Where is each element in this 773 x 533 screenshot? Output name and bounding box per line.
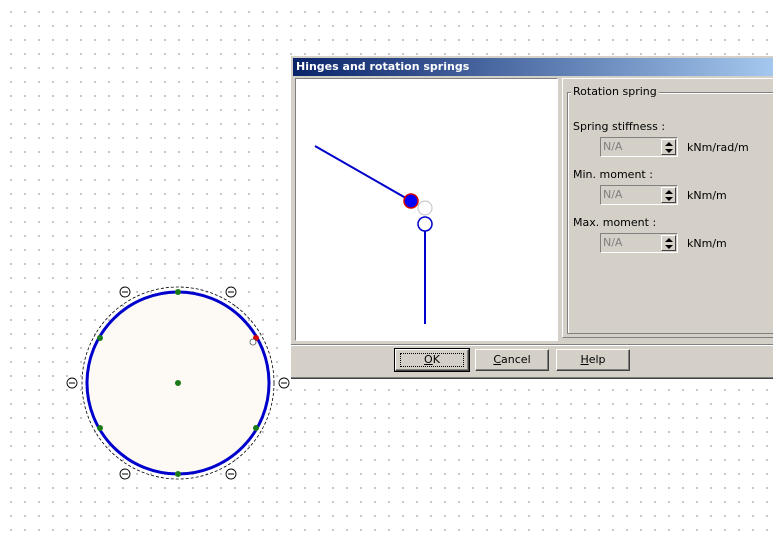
- hinge-open[interactable]: [417, 216, 433, 232]
- spring-stiffness-spinner[interactable]: [661, 139, 676, 155]
- beam-left: [314, 145, 412, 202]
- hinge-active[interactable]: [403, 193, 419, 209]
- min-moment-spinner[interactable]: [661, 187, 676, 203]
- hinge-ghost: [417, 200, 433, 216]
- center-node[interactable]: [175, 380, 181, 386]
- spring-stiffness-value: N/A: [603, 140, 623, 153]
- spin-down-arrow-icon: [665, 197, 673, 201]
- lining-node[interactable]: [175, 289, 181, 295]
- max-moment-label: Max. moment :: [573, 216, 657, 229]
- lining-node[interactable]: [97, 335, 103, 341]
- spin-up-arrow-icon: [665, 190, 673, 194]
- spin-up-arrow-icon: [665, 238, 673, 242]
- dialog-title[interactable]: Hinges and rotation springs: [293, 58, 773, 76]
- lining-node[interactable]: [175, 471, 181, 477]
- min-moment-input[interactable]: N/A: [600, 185, 678, 205]
- cancel-mnemonic: C: [493, 353, 502, 366]
- ok-button[interactable]: OK: [394, 348, 470, 372]
- max-moment-input[interactable]: N/A: [600, 233, 678, 253]
- minus-circle-icon[interactable]: [225, 468, 237, 480]
- max-moment-spinner[interactable]: [661, 235, 676, 251]
- hinges-dialog: Hinges and rotation springs Rotation spr…: [290, 55, 773, 378]
- minus-circle-icon[interactable]: [66, 377, 78, 389]
- max-moment-value: N/A: [603, 236, 623, 249]
- spin-up-arrow-icon: [665, 142, 673, 146]
- lining-node[interactable]: [253, 425, 259, 431]
- help-label: elp: [588, 353, 606, 366]
- hinge-marker: [249, 338, 257, 346]
- hinge-preview-drawing: [314, 145, 433, 324]
- minus-circle-icon[interactable]: [278, 377, 290, 389]
- min-moment-value: N/A: [603, 188, 623, 201]
- help-button[interactable]: Help: [556, 349, 630, 371]
- hinge-preview: [295, 78, 558, 341]
- minus-circle-icon[interactable]: [119, 286, 131, 298]
- spring-stiffness-label: Spring stiffness :: [573, 120, 666, 133]
- max-moment-unit: kNm/m: [687, 237, 727, 250]
- rotation-spring-group-label: Rotation spring: [571, 85, 659, 98]
- minus-circle-icon[interactable]: [225, 286, 237, 298]
- cancel-label: ancel: [501, 353, 531, 366]
- cancel-button[interactable]: Cancel: [475, 349, 549, 371]
- minus-circle-icon[interactable]: [119, 468, 131, 480]
- min-moment-unit: kNm/m: [687, 189, 727, 202]
- focus-rect: [400, 353, 464, 367]
- min-moment-label: Min. moment :: [573, 168, 653, 181]
- spin-down-arrow-icon: [665, 149, 673, 153]
- spin-down-arrow-icon: [665, 245, 673, 249]
- spring-stiffness-unit: kNm/rad/m: [687, 141, 749, 154]
- help-mnemonic: H: [580, 353, 589, 366]
- lining-node[interactable]: [97, 425, 103, 431]
- spring-stiffness-input[interactable]: N/A: [600, 137, 678, 157]
